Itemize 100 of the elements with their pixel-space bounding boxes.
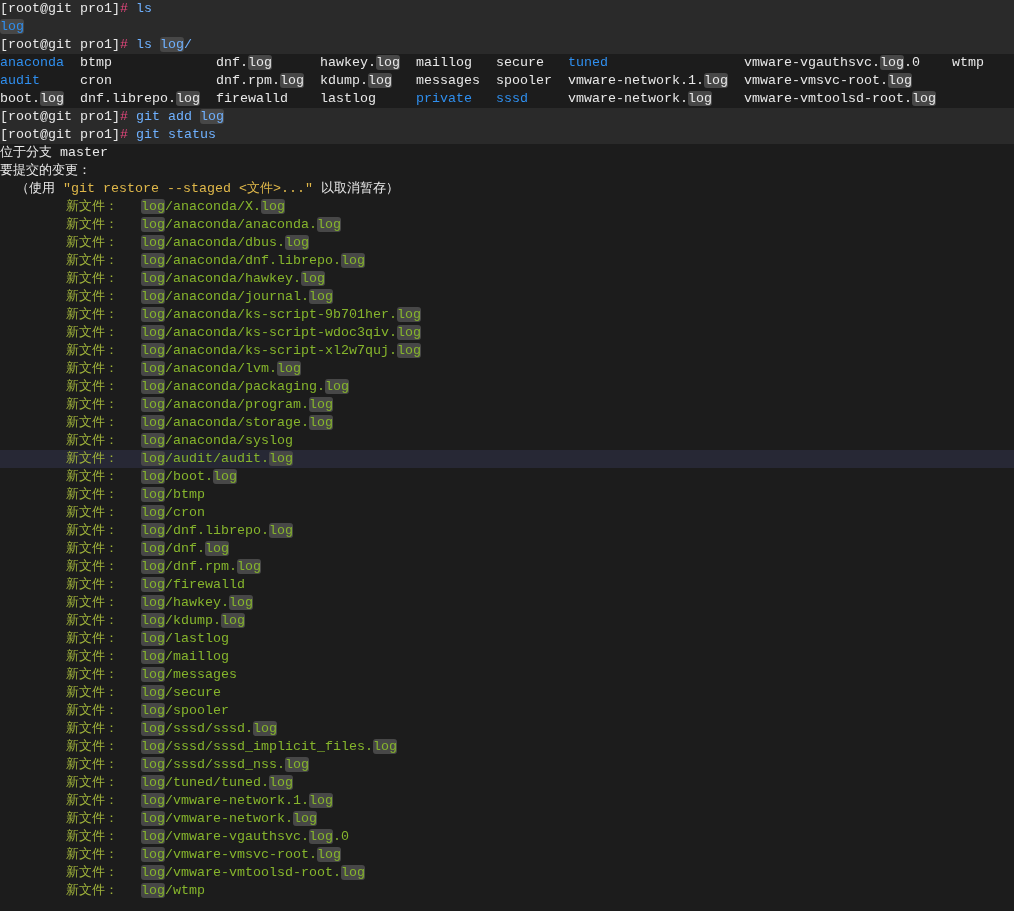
file-entry: btmp <box>80 55 112 70</box>
file-entry: vmware-vgauthsvc.log.0 <box>744 55 920 70</box>
status-label: 新文件： <box>66 703 118 718</box>
status-label: 新文件： <box>66 343 118 358</box>
file-entry: secure <box>496 55 544 70</box>
status-label: 新文件： <box>66 775 118 790</box>
file-entry: lastlog <box>320 91 376 106</box>
status-label: 新文件： <box>66 289 118 304</box>
status-label: 新文件： <box>66 865 118 880</box>
status-label: 新文件： <box>66 433 118 448</box>
file-path: log/anaconda/ks-script-wdoc3qiv.log <box>141 324 421 342</box>
status-label: 新文件： <box>66 469 118 484</box>
file-entry: hawkey.log <box>320 55 400 70</box>
file-path: log/anaconda/X.log <box>141 198 285 216</box>
file-path: log/anaconda/anaconda.log <box>141 216 341 234</box>
status-label: 新文件： <box>66 739 118 754</box>
command-line: [root@git pro1]# ls log/ <box>0 36 192 54</box>
file-entry: sssd <box>496 91 528 106</box>
status-label: 新文件： <box>66 361 118 376</box>
status-label: 新文件： <box>66 613 118 628</box>
file-path: log/anaconda/dbus.log <box>141 234 309 252</box>
status-label: 新文件： <box>66 217 118 232</box>
file-path: log/btmp <box>141 486 205 504</box>
file-path: log/kdump.log <box>141 612 245 630</box>
status-label: 新文件： <box>66 271 118 286</box>
file-path: log/sssd/sssd_implicit_files.log <box>141 738 397 756</box>
file-entry: messages <box>416 73 480 88</box>
output-text: 位于分支 master <box>0 144 108 162</box>
file-entry: vmware-network.log <box>568 91 712 106</box>
status-label: 新文件： <box>66 415 118 430</box>
file-path: log/audit/audit.log <box>141 450 293 468</box>
status-label: 新文件： <box>66 829 118 844</box>
status-label: 新文件： <box>66 721 118 736</box>
status-label: 新文件： <box>66 631 118 646</box>
status-label: 新文件： <box>66 397 118 412</box>
status-label: 新文件： <box>66 235 118 250</box>
file-path: log/lastlog <box>141 630 229 648</box>
file-entry: dnf.librepo.log <box>80 91 200 106</box>
file-path: log/messages <box>141 666 237 684</box>
file-entry: firewalld <box>216 91 288 106</box>
status-label: 新文件： <box>66 847 118 862</box>
file-entry: private <box>416 91 472 106</box>
file-path: log/sssd/sssd_nss.log <box>141 756 309 774</box>
file-path: log/anaconda/packaging.log <box>141 378 349 396</box>
status-label: 新文件： <box>66 253 118 268</box>
file-path: log/anaconda/journal.log <box>141 288 333 306</box>
file-path: log/sssd/sssd.log <box>141 720 277 738</box>
file-path: log/anaconda/storage.log <box>141 414 333 432</box>
file-path: log/firewalld <box>141 576 245 594</box>
status-label: 新文件： <box>66 505 118 520</box>
file-path: log/spooler <box>141 702 229 720</box>
file-path: log/anaconda/ks-script-xl2w7quj.log <box>141 342 421 360</box>
output-text: 要提交的变更： <box>0 162 91 180</box>
status-label: 新文件： <box>66 523 118 538</box>
file-entry: tuned <box>568 55 608 70</box>
status-label: 新文件： <box>66 793 118 808</box>
status-label: 新文件： <box>66 685 118 700</box>
file-entry: vmware-network.1.log <box>568 73 728 88</box>
file-path: log/hawkey.log <box>141 594 253 612</box>
output-text: log <box>0 18 24 36</box>
file-path: log/tuned/tuned.log <box>141 774 293 792</box>
file-path: log/secure <box>141 684 221 702</box>
file-path: log/anaconda/ks-script-9b701her.log <box>141 306 421 324</box>
status-label: 新文件： <box>66 667 118 682</box>
file-path: log/anaconda/lvm.log <box>141 360 301 378</box>
file-entry: dnf.rpm.log <box>216 73 304 88</box>
file-entry: maillog <box>416 55 472 70</box>
file-path: log/vmware-network.log <box>141 810 317 828</box>
status-label: 新文件： <box>66 379 118 394</box>
file-entry: kdump.log <box>320 73 392 88</box>
file-path: log/anaconda/program.log <box>141 396 333 414</box>
status-label: 新文件： <box>66 757 118 772</box>
file-path: log/vmware-network.1.log <box>141 792 333 810</box>
status-label: 新文件： <box>66 487 118 502</box>
command-line: [root@git pro1]# git status <box>0 126 216 144</box>
file-path: log/dnf.librepo.log <box>141 522 293 540</box>
file-path: log/boot.log <box>141 468 237 486</box>
file-path: log/anaconda/syslog <box>141 432 293 450</box>
file-path: log/anaconda/hawkey.log <box>141 270 325 288</box>
status-label: 新文件： <box>66 541 118 556</box>
file-path: log/vmware-vmsvc-root.log <box>141 846 341 864</box>
status-label: 新文件： <box>66 325 118 340</box>
file-entry: spooler <box>496 73 552 88</box>
status-label: 新文件： <box>66 451 118 466</box>
file-path: log/vmware-vgauthsvc.log.0 <box>141 828 349 846</box>
status-label: 新文件： <box>66 595 118 610</box>
status-label: 新文件： <box>66 811 118 826</box>
file-entry: dnf.log <box>216 55 272 70</box>
status-label: 新文件： <box>66 307 118 322</box>
status-label: 新文件： <box>66 883 118 898</box>
status-label: 新文件： <box>66 559 118 574</box>
file-path: log/maillog <box>141 648 229 666</box>
file-path: log/vmware-vmtoolsd-root.log <box>141 864 365 882</box>
command-line: [root@git pro1]# git add log <box>0 108 224 126</box>
file-entry: vmware-vmsvc-root.log <box>744 73 912 88</box>
output-text: （使用 "git restore --staged <文件>..." 以取消暂存） <box>15 180 399 198</box>
file-entry: audit <box>0 73 40 88</box>
file-entry: cron <box>80 73 112 88</box>
command-line: [root@git pro1]# ls <box>0 0 152 18</box>
file-path: log/dnf.log <box>141 540 229 558</box>
